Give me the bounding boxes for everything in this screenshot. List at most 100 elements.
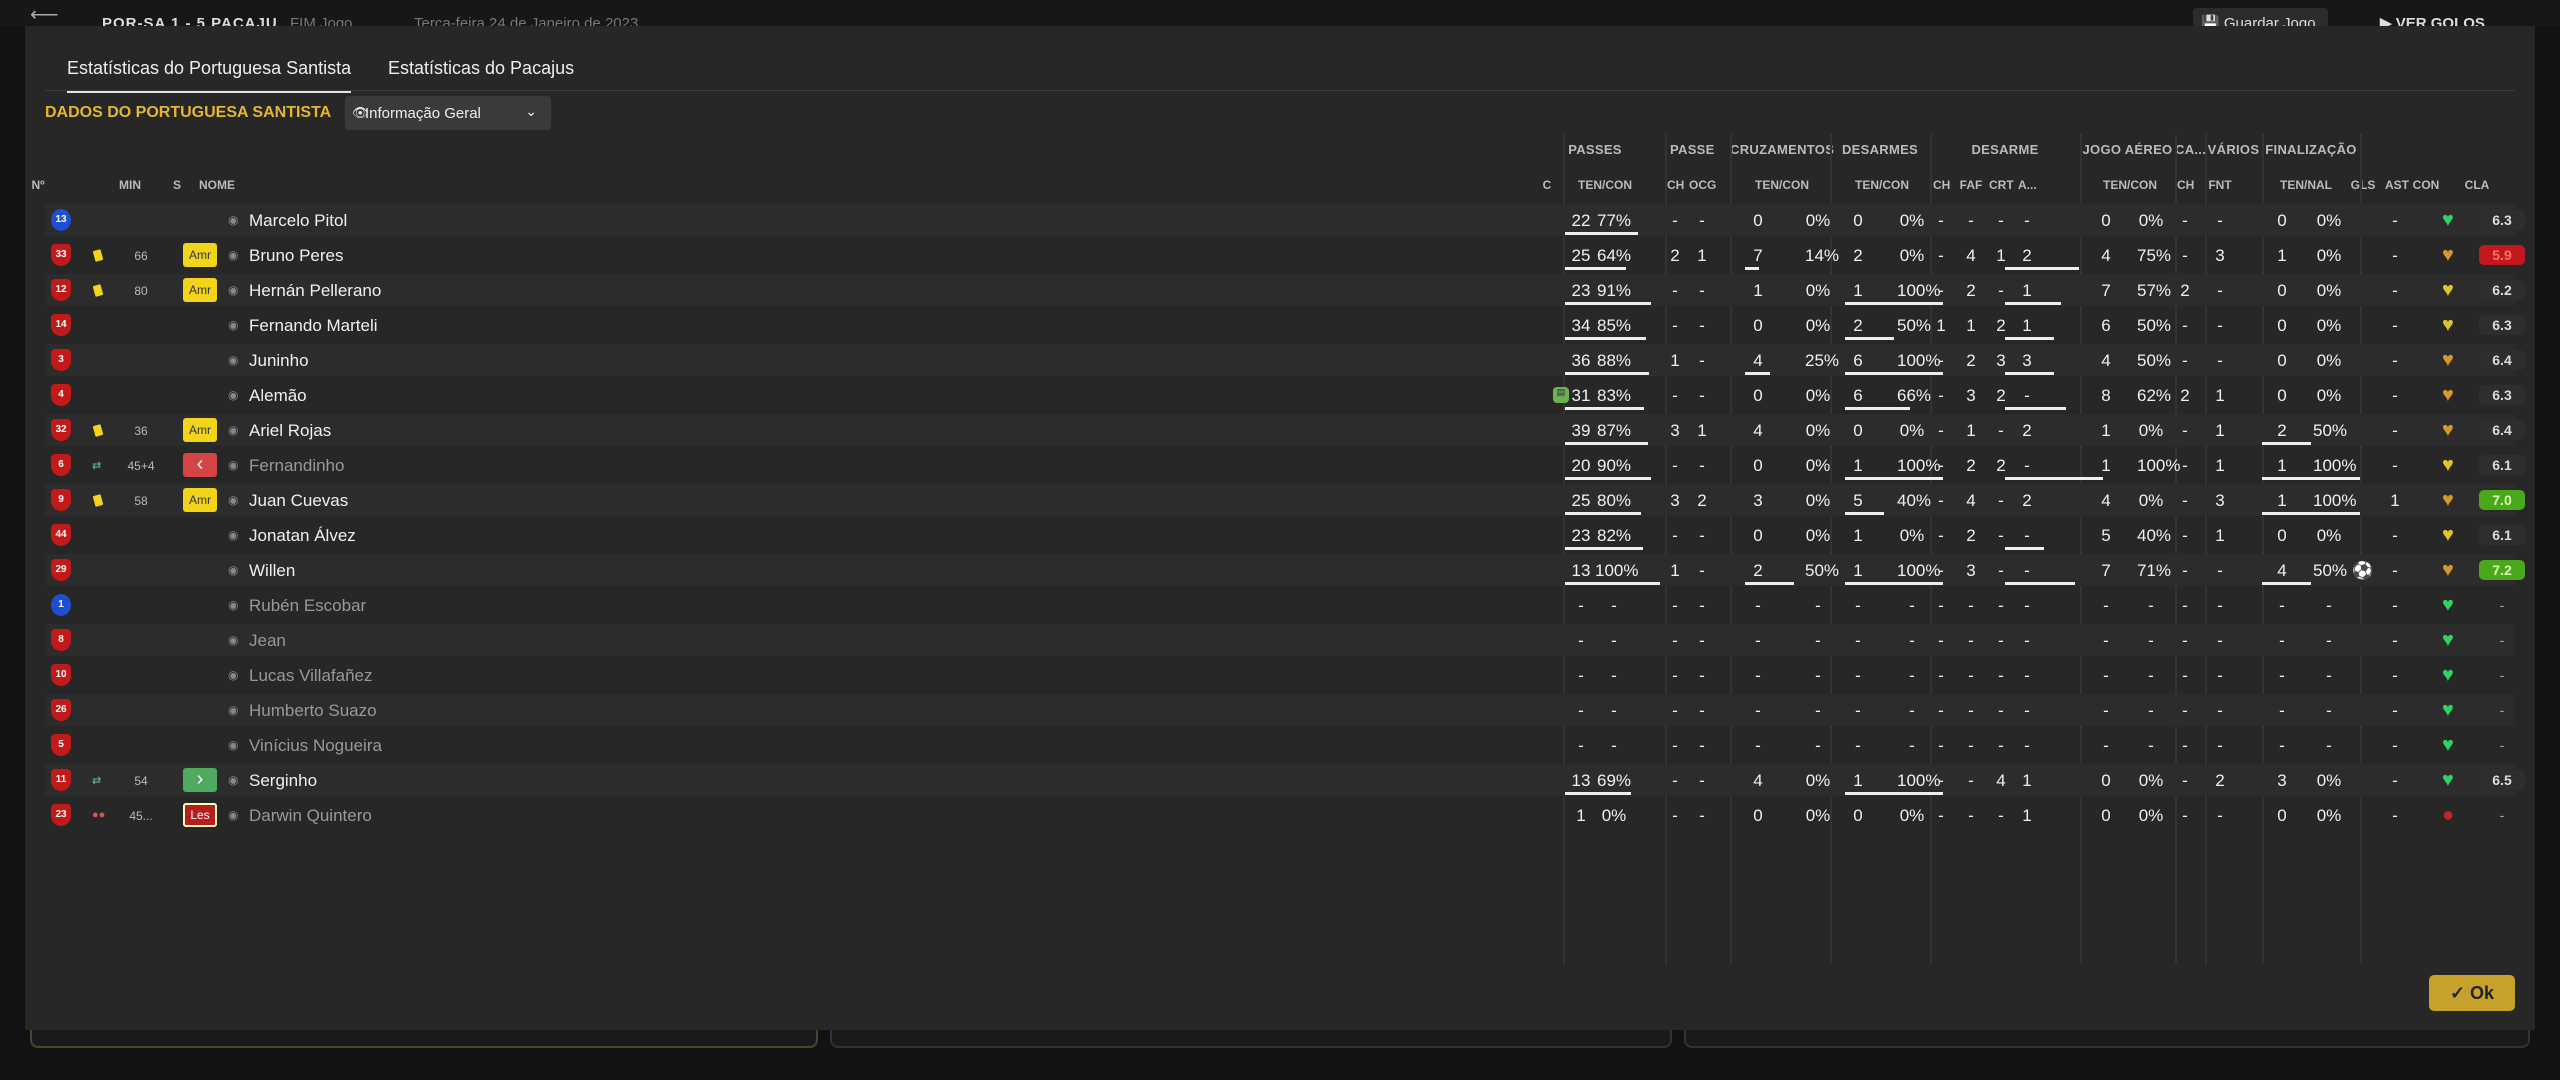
stat-cell: 1 (1853, 281, 1863, 300)
column-header[interactable]: CH (1667, 178, 1684, 192)
column-header[interactable]: S (170, 178, 184, 192)
column-header[interactable]: C (1541, 178, 1553, 192)
stat-cell: 3 (1966, 561, 1976, 580)
stat-cell: - (1699, 771, 1705, 790)
column-header[interactable]: A... (2018, 178, 2037, 192)
stat-cell: - (1938, 246, 1944, 265)
player-name[interactable]: Humberto Suazo (249, 701, 377, 721)
column-header[interactable]: TEN/CON (1847, 178, 1917, 192)
player-name[interactable]: Darwin Quintero (249, 806, 372, 826)
stat-cell: 0 (1753, 526, 1763, 545)
column-header[interactable]: OCG (1689, 178, 1716, 192)
column-header[interactable]: CH (2177, 178, 2194, 192)
table-row[interactable]: 5 ◉ Vinícius Nogueira - - - - - - - - - - - - - - - - - - - ♥ - (45, 729, 2515, 761)
tab-divider (45, 90, 2515, 91)
column-header[interactable]: AST (2385, 178, 2409, 192)
table-row[interactable]: 9 58 Amr ◉ Juan Cuevas 25 80% 3 2 3 0% 5 40% -4-2 4 0% -… (45, 484, 2525, 516)
table-row[interactable]: 23 ●● 45... Les ◉ Darwin Quintero 1 0% - -0 0% 0 0% -… (45, 799, 2515, 831)
table-row[interactable]: 33 66 Amr ◉ Bruno Peres 25 64% 2 1 7 14% 2 0% -4 1 2 4 75… (45, 239, 2525, 271)
player-name[interactable]: Marcelo Pitol (249, 211, 347, 231)
stat-cell: 0 (1853, 421, 1863, 440)
back-icon[interactable]: ⟵ (30, 2, 59, 27)
column-header[interactable]: MIN (103, 178, 157, 192)
player-name[interactable]: Ariel Rojas (249, 421, 331, 441)
tab-home-stats[interactable]: Estatísticas do Portuguesa Santista (67, 58, 352, 93)
player-name[interactable]: Willen (249, 561, 295, 581)
table-row[interactable]: 10 ◉ Lucas Villafañez - - - - - - - - - - - - - - - - - - - ♥ - (45, 659, 2515, 691)
stat-cell: - (1909, 596, 1915, 615)
table-row[interactable]: 12 80 Amr ◉ Hernán Pellerano 23 91% - -1 0% 1 100% -… (45, 274, 2525, 306)
table-row[interactable]: 32 36 Amr ◉ Ariel Rojas 39 87% 3 1 4 0% 0 0% -1-2 1 0% -… (45, 414, 2525, 446)
player-name[interactable]: Jean (249, 631, 286, 651)
stat-cell: 0 (2101, 211, 2111, 230)
column-header[interactable]: CLA (2455, 178, 2499, 192)
stat-cell: - (2392, 421, 2398, 440)
heart-icon: ♥ (2442, 349, 2454, 371)
shirt-number: 33 (51, 244, 71, 266)
table-row[interactable]: 29 ◉ Willen 13 100% 1-2 50% 1 100% -3- -7 71% - -4 50%… (45, 554, 2525, 586)
stat-cell: 2 (2180, 281, 2190, 300)
stat-cell: - (2024, 386, 2030, 405)
table-row[interactable]: 6 ⇄ 45+4 ‹ ◉ Fernandinho 20 90% - -0 0% 1 100% -2 2-1 1… (45, 449, 2525, 481)
column-header[interactable]: TEN/CON (1570, 178, 1640, 192)
success-bar (2262, 442, 2311, 445)
column-header[interactable]: TEN/CON (2095, 178, 2165, 192)
stat-cell: 0 (2277, 351, 2287, 370)
column-header[interactable]: CRT (1989, 178, 2014, 192)
table-row[interactable]: 8 ◉ Jean - - - - - - - - - - - - - - - - - - - ♥ - (45, 624, 2515, 656)
stat-cell: - (2217, 596, 2223, 615)
stat-cell: 2 (1966, 456, 1976, 475)
column-header[interactable]: TEN/CON (1747, 178, 1817, 192)
stat-cell: - (1699, 456, 1705, 475)
player-name[interactable]: Hernán Pellerano (249, 281, 381, 301)
column-header[interactable]: GLS (2349, 178, 2377, 192)
column-header[interactable]: TEN/NAL (2271, 178, 2341, 192)
minute: 45... (129, 809, 153, 823)
table-row[interactable]: 3 ◉ Juninho 36 88% 1-4 25% 6 100% -2 3 3 4 50% - -0 0% - ♥… (45, 344, 2525, 376)
stat-cell: - (1755, 736, 1761, 755)
table-row[interactable]: 13 ◉ Marcelo Pitol 22 77% - -0 0% 0 0% - - - -0 0% - -0 0… (45, 204, 2525, 236)
ok-button[interactable]: ✓ Ok (2429, 975, 2515, 1011)
stat-cell: 0% (1899, 211, 1925, 230)
player-name[interactable]: Bruno Peres (249, 246, 344, 266)
column-header[interactable]: CH (1933, 178, 1950, 192)
stat-cell: - (2217, 666, 2223, 685)
stat-cell: 1 (2022, 281, 2032, 300)
stat-cell: - (1968, 806, 1974, 825)
info-dropdown[interactable]: 👁 Informação Geral ⌄ (345, 96, 551, 130)
table-row[interactable]: 4 ◉ Alemão ▤ 31 83% - -0 0% 6 66% -3 2-8 62% 2 1 0 0% - ♥ 6.… (45, 379, 2525, 411)
table-row[interactable]: 26 ◉ Humberto Suazo - - - - - - - - - - - - - - - - - - - ♥ - (45, 694, 2515, 726)
player-name[interactable]: Serginho (249, 771, 317, 791)
column-header[interactable]: FNT (2208, 178, 2232, 192)
table-row[interactable]: 11 ⇄ 54 › ◉ Serginho 13 69% - -4 0% 1 100% - -4 1 0 0% -2 3… (45, 764, 2525, 796)
stat-cell: - (1672, 806, 1678, 825)
stat-cell: - (2103, 701, 2109, 720)
stat-cell: 7 (2101, 281, 2111, 300)
player-name[interactable]: Juninho (249, 351, 309, 371)
stat-cell: 0% (1805, 491, 1831, 510)
player-name[interactable]: Vinícius Nogueira (249, 736, 382, 756)
column-header[interactable]: Nº (27, 178, 49, 192)
stat-cell: - (1855, 701, 1861, 720)
player-name[interactable]: Fernando Marteli (249, 316, 378, 336)
player-name[interactable]: Lucas Villafañez (249, 666, 373, 686)
player-name[interactable]: Fernandinho (249, 456, 344, 476)
column-header[interactable]: NOME (199, 178, 239, 192)
save-game-button[interactable]: 💾 Guardar Jogo (2193, 8, 2328, 32)
tab-away-stats[interactable]: Estatísticas do Pacajus (388, 58, 574, 79)
table-row[interactable]: 1 ◉ Rubén Escobar - - - - - - - - - - - - - - - - - - - ♥ - (45, 589, 2515, 621)
table-row[interactable]: 14 ◉ Fernando Marteli 34 85% - -0 0% 2 50% 1 1 2 1 6 50… (45, 309, 2525, 341)
eye-icon: 👁 (352, 105, 369, 120)
shirt-number: 6 (51, 454, 71, 476)
table-row[interactable]: 44 ◉ Jonatan Álvez 23 82% - -0 0% 1 0% -2- -5 40% -1 0… (45, 519, 2525, 551)
stat-cell: - (1578, 736, 1584, 755)
column-header[interactable]: FAF (1959, 178, 1983, 192)
player-name[interactable]: Juan Cuevas (249, 491, 348, 511)
stat-cell: 0% (1805, 316, 1831, 335)
player-name[interactable]: Rubén Escobar (249, 596, 366, 616)
stat-cell: 1 (1670, 561, 1680, 580)
column-header[interactable]: CON (2411, 178, 2441, 192)
player-name[interactable]: Alemão (249, 386, 307, 406)
player-name[interactable]: Jonatan Álvez (249, 526, 356, 546)
stat-cell: 40% (2137, 526, 2172, 545)
